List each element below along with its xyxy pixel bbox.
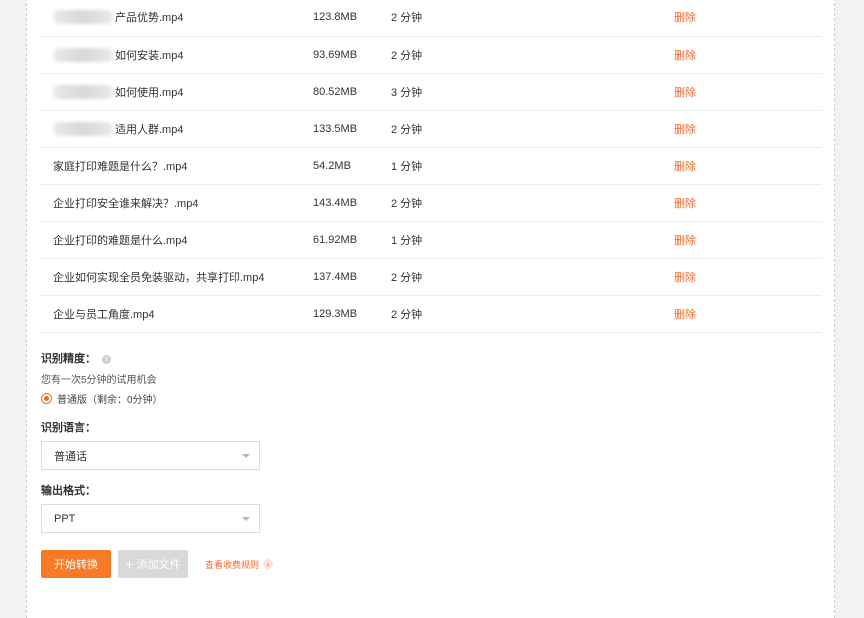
delete-button[interactable]: 删除 <box>674 185 714 221</box>
file-name-text: 产品优势.mp4 <box>115 12 184 24</box>
fee-rules-link[interactable]: 查看收费规则 › <box>205 550 274 578</box>
accuracy-option-standard[interactable]: 普通版（剩余：0分钟） <box>41 391 163 406</box>
file-name: 产品优势.mp4 <box>53 0 303 36</box>
language-select[interactable]: 普通话 <box>41 441 260 470</box>
table-row: 产品优势.mp4 123.8MB 2 分钟 删除 <box>41 0 822 37</box>
file-name: 如何安装.mp4 <box>53 37 303 73</box>
start-convert-label: 开始转换 <box>54 559 98 571</box>
file-duration: 2 分钟 <box>391 124 423 136</box>
chevron-down-icon <box>242 454 250 458</box>
info-icon[interactable]: i <box>102 354 111 364</box>
delete-button[interactable]: 删除 <box>674 222 714 258</box>
file-name: 企业如何实现全员免装驱动，共享打印.mp4 <box>53 259 303 295</box>
format-select[interactable]: PPT <box>41 504 260 533</box>
start-convert-button[interactable]: 开始转换 <box>41 550 111 578</box>
file-name-text: 家庭打印难题是什么？.mp4 <box>53 161 188 173</box>
file-duration: 2 分钟 <box>391 198 423 210</box>
accuracy-label: 识别精度： i <box>41 350 111 366</box>
file-duration: 2 分钟 <box>391 12 423 24</box>
redacted-text <box>53 85 113 99</box>
chevron-down-icon <box>242 517 250 521</box>
file-name: 如何使用.mp4 <box>53 74 303 110</box>
chevron-right-icon: › <box>263 559 274 569</box>
file-name-text: 企业如何实现全员免装驱动，共享打印.mp4 <box>53 272 265 284</box>
file-size: 129.3MB <box>313 308 358 320</box>
file-size: 123.8MB <box>313 11 358 23</box>
fee-rules-label: 查看收费规则 <box>205 559 260 570</box>
file-duration: 1 分钟 <box>391 161 423 173</box>
file-name-text: 企业打印安全谁来解决？.mp4 <box>53 198 199 210</box>
trial-hint: 您有一次5分钟的试用机会 <box>41 375 157 386</box>
table-row: 适用人群.mp4 133.5MB 2 分钟 删除 <box>41 111 822 148</box>
file-name-text: 企业打印的难题是什么.mp4 <box>53 235 188 247</box>
redacted-text <box>53 10 113 24</box>
language-label: 识别语言： <box>41 422 96 434</box>
accuracy-option-label: 普通版（剩余：0分钟） <box>57 395 163 406</box>
file-name: 企业与员工角度.mp4 <box>53 296 303 332</box>
table-row: 企业如何实现全员免装驱动，共享打印.mp4 137.4MB 2 分钟 删除 <box>41 259 822 296</box>
redacted-text <box>53 122 113 136</box>
delete-button[interactable]: 删除 <box>674 37 714 73</box>
file-size: 93.69MB <box>313 49 358 61</box>
table-row: 企业打印安全谁来解决？.mp4 143.4MB 2 分钟 删除 <box>41 185 822 222</box>
file-duration: 2 分钟 <box>391 272 423 284</box>
file-name: 企业打印的难题是什么.mp4 <box>53 222 303 258</box>
file-duration: 1 分钟 <box>391 235 423 247</box>
language-selected-value: 普通话 <box>54 450 87 463</box>
file-table: 产品优势.mp4 123.8MB 2 分钟 删除 如何安装.mp4 93.69MB 2 分钟… <box>41 0 822 333</box>
delete-button[interactable]: 删除 <box>674 111 714 147</box>
plus-icon: + <box>125 556 134 572</box>
file-name: 家庭打印难题是什么？.mp4 <box>53 148 303 184</box>
file-name-text: 如何使用.mp4 <box>115 87 184 99</box>
format-label: 输出格式： <box>41 485 96 497</box>
file-size: 80.52MB <box>313 86 358 98</box>
file-duration: 2 分钟 <box>391 50 423 62</box>
redacted-text <box>53 48 113 62</box>
file-duration: 3 分钟 <box>391 87 423 99</box>
add-file-button[interactable]: + 添加文件 <box>118 550 188 578</box>
delete-button[interactable]: 删除 <box>674 296 714 332</box>
file-size: 54.2MB <box>313 160 351 172</box>
radio-selected-icon <box>41 393 52 404</box>
file-size: 133.5MB <box>313 123 358 135</box>
file-name-text: 适用人群.mp4 <box>115 124 184 136</box>
table-row: 企业与员工角度.mp4 129.3MB 2 分钟 删除 <box>41 296 822 333</box>
file-duration: 2 分钟 <box>391 309 423 321</box>
file-name-text: 企业与员工角度.mp4 <box>53 309 155 321</box>
file-name: 企业打印安全谁来解决？.mp4 <box>53 185 303 221</box>
delete-button[interactable]: 删除 <box>674 259 714 295</box>
format-selected-value: PPT <box>54 512 76 525</box>
conversion-panel: 产品优势.mp4 123.8MB 2 分钟 删除 如何安装.mp4 93.69MB 2 分钟… <box>26 0 835 618</box>
table-row: 如何使用.mp4 80.52MB 3 分钟 删除 <box>41 74 822 111</box>
file-size: 137.4MB <box>313 271 358 283</box>
file-name-text: 如何安装.mp4 <box>115 50 184 62</box>
file-size: 61.92MB <box>313 234 358 246</box>
table-row: 企业打印的难题是什么.mp4 61.92MB 1 分钟 删除 <box>41 222 822 259</box>
delete-button[interactable]: 删除 <box>674 0 714 36</box>
delete-button[interactable]: 删除 <box>674 148 714 184</box>
file-size: 143.4MB <box>313 197 358 209</box>
file-name: 适用人群.mp4 <box>53 111 303 147</box>
table-row: 家庭打印难题是什么？.mp4 54.2MB 1 分钟 删除 <box>41 148 822 185</box>
delete-button[interactable]: 删除 <box>674 74 714 110</box>
table-row: 如何安装.mp4 93.69MB 2 分钟 删除 <box>41 37 822 74</box>
add-file-label: 添加文件 <box>136 559 181 571</box>
